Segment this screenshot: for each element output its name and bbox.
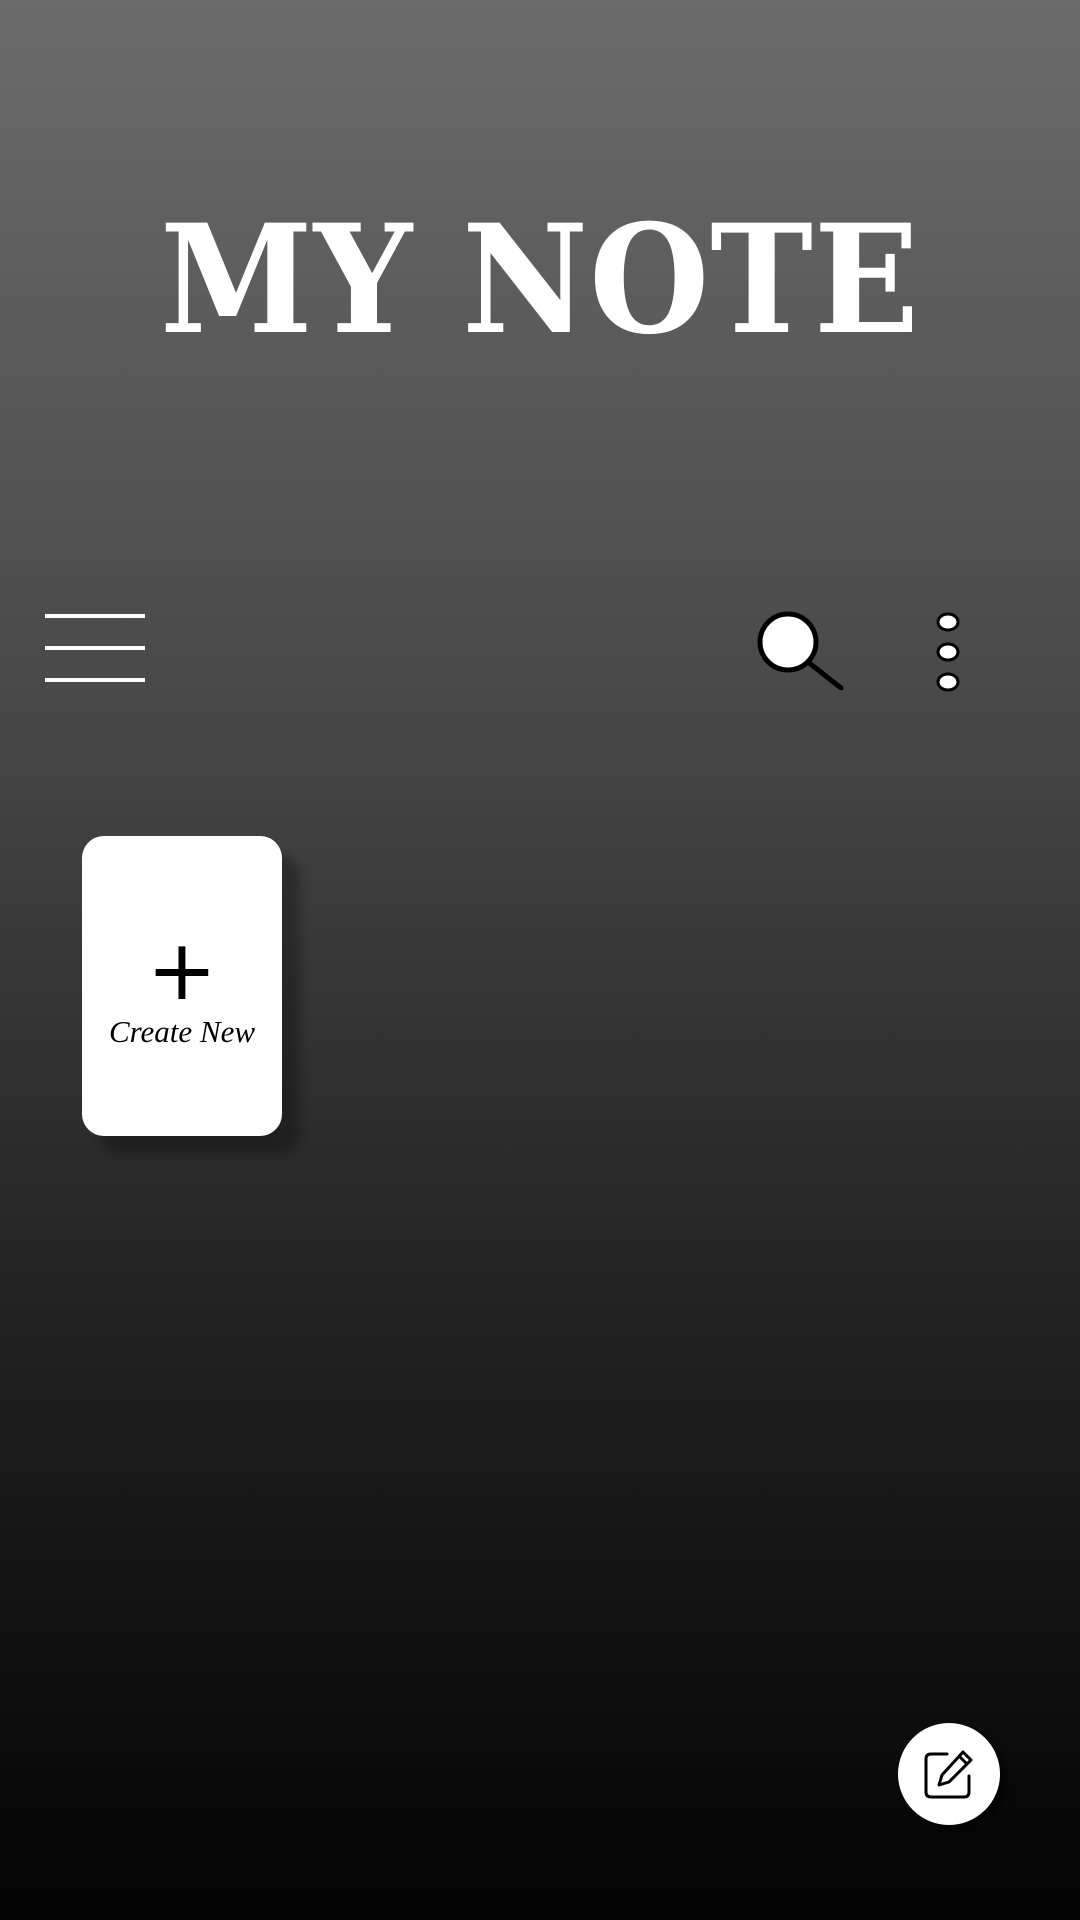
menu-button[interactable]	[45, 614, 145, 684]
create-new-card[interactable]: + Create New	[82, 836, 282, 1136]
new-note-fab[interactable]	[898, 1723, 1000, 1825]
more-options-button[interactable]	[925, 610, 971, 696]
search-button[interactable]	[755, 610, 845, 691]
toolbar	[0, 600, 1080, 700]
plus-icon: +	[146, 921, 218, 1019]
create-new-label: Create New	[108, 1014, 256, 1049]
edit-note-icon	[924, 1750, 973, 1799]
app-title: MY NOTE	[159, 192, 920, 368]
more-vertical-icon	[936, 612, 960, 692]
search-icon	[757, 611, 844, 691]
